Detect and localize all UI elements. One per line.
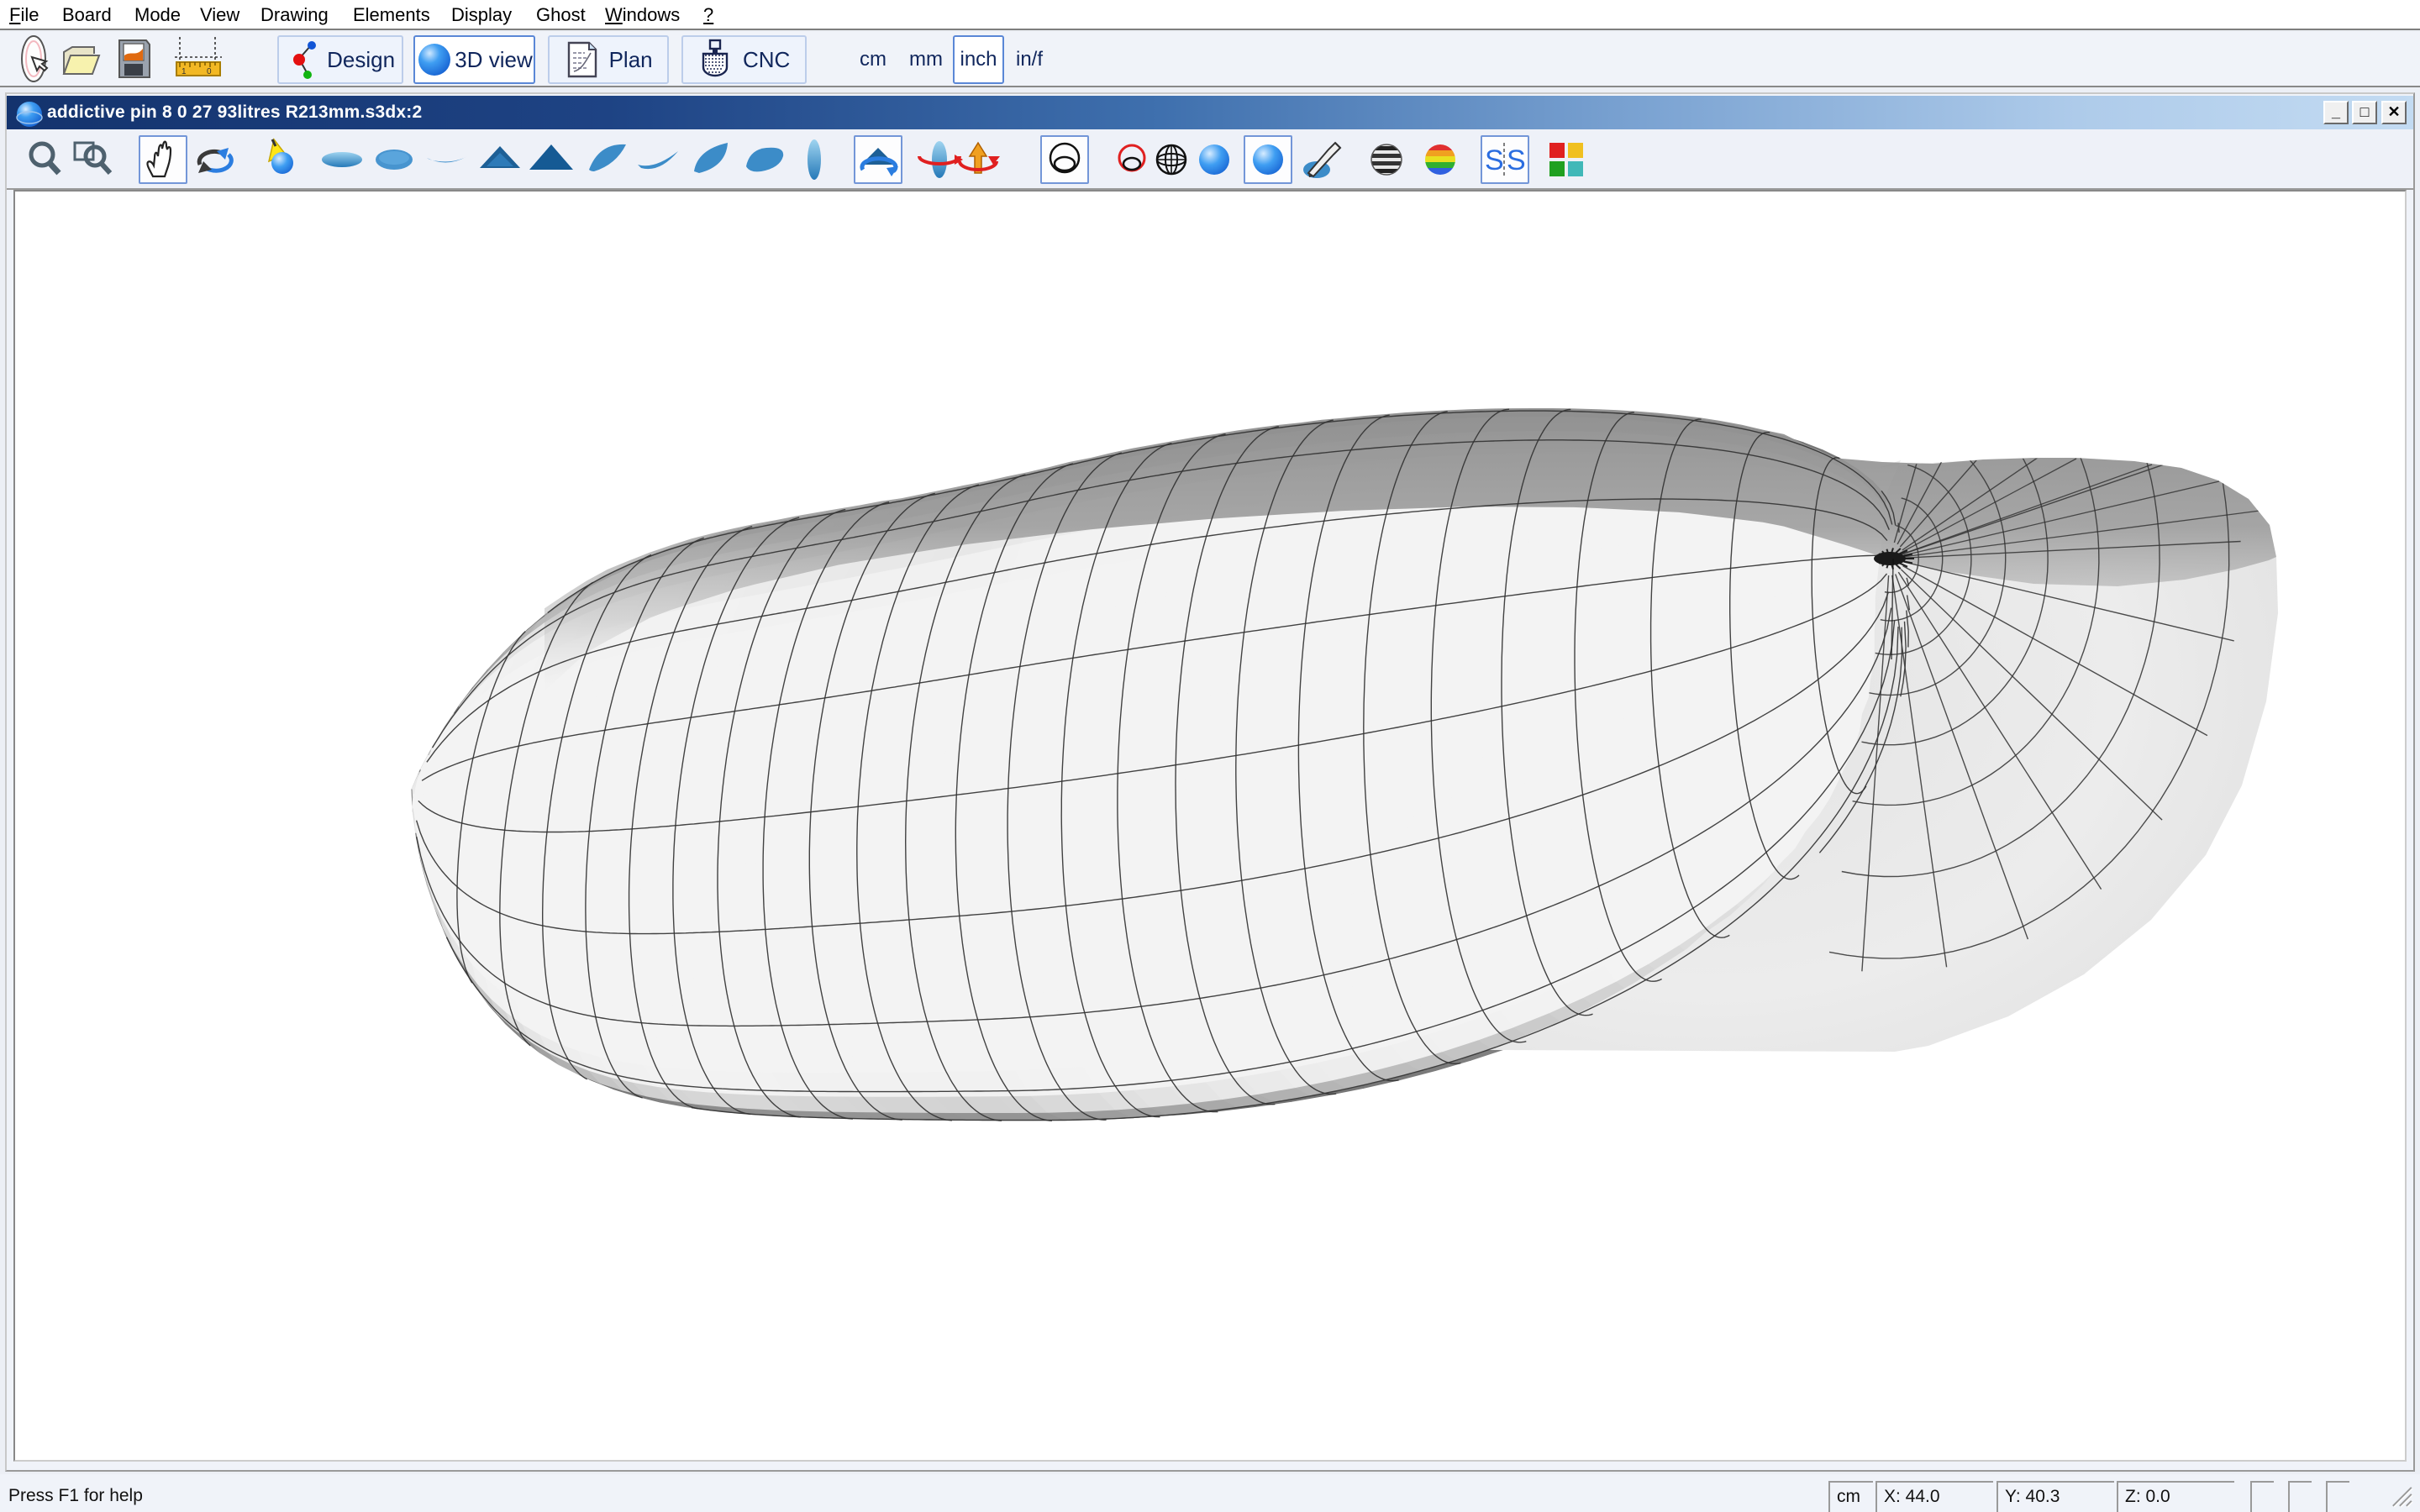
svg-text:1: 1 (182, 67, 187, 76)
svg-text:S: S (1485, 144, 1504, 176)
svg-text:0: 0 (207, 67, 212, 76)
svg-text:S: S (1507, 144, 1526, 176)
